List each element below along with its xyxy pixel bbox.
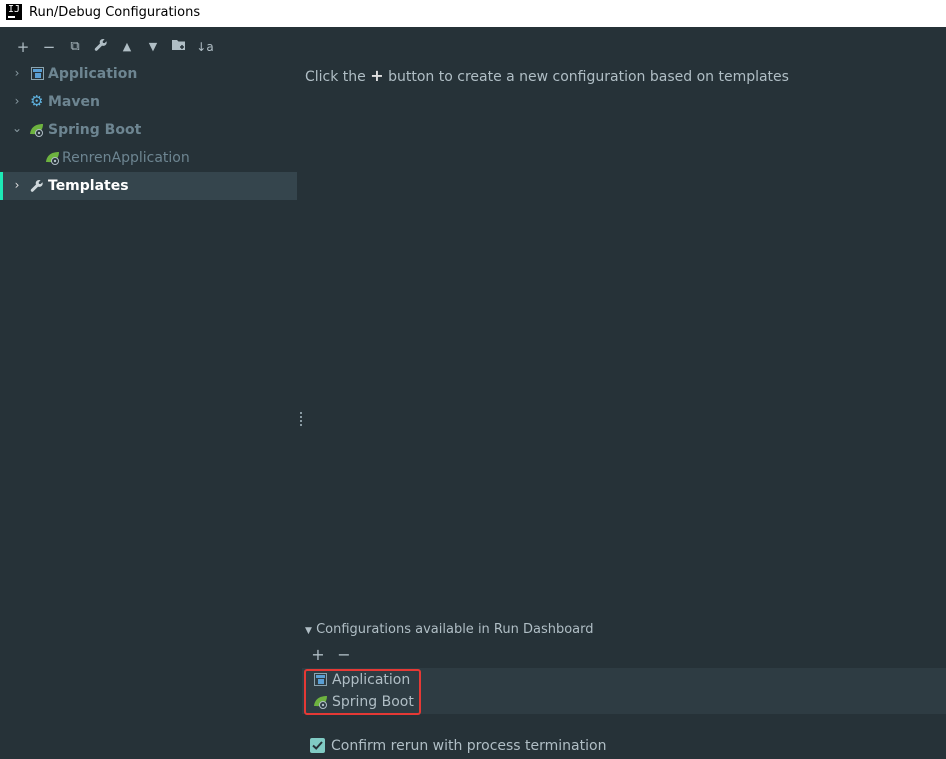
remove-configuration-button[interactable]: −: [40, 38, 58, 56]
confirm-rerun-checkbox[interactable]: [310, 738, 325, 753]
maven-gear-icon: ⚙: [30, 92, 44, 110]
remove-dashboard-type-button[interactable]: −: [336, 647, 352, 663]
move-down-button[interactable]: ▼: [144, 38, 162, 56]
tree-item-templates[interactable]: › Templates: [0, 172, 297, 200]
tree-item-label: Spring Boot: [48, 122, 142, 138]
chevron-right-icon[interactable]: ›: [10, 93, 24, 109]
tree-item-label: Maven: [48, 94, 100, 110]
wrench-icon: [94, 38, 108, 55]
chevron-down-icon[interactable]: ⌄: [10, 120, 24, 136]
annotation-highlight-box: [304, 669, 421, 715]
chevron-right-icon[interactable]: ›: [10, 65, 24, 81]
window-title: Run/Debug Configurations: [29, 5, 201, 20]
application-icon: [31, 67, 44, 80]
create-configuration-hint: Click the + button to create a new confi…: [305, 66, 789, 85]
section-title-label: Configurations available in Run Dashboar…: [316, 622, 594, 637]
move-into-folder-button[interactable]: [170, 38, 188, 56]
add-dashboard-type-button[interactable]: +: [310, 647, 326, 663]
configurations-tree-panel: + − ⧉ ▲ ▼ ↓a › Application › ⚙ Maven ⌄ S…: [0, 27, 298, 759]
tree-item-label: Application: [48, 66, 138, 82]
run-dashboard-section-header[interactable]: ▼ Configurations available in Run Dashbo…: [305, 622, 594, 637]
add-configuration-button[interactable]: +: [14, 38, 32, 56]
tree-item-spring-boot[interactable]: ⌄ Spring Boot: [0, 116, 297, 144]
configuration-detail-panel: Click the + button to create a new confi…: [302, 27, 946, 759]
confirm-rerun-label[interactable]: Confirm rerun with process termination: [331, 738, 606, 754]
chevron-right-icon[interactable]: ›: [10, 177, 24, 193]
spring-boot-icon: [45, 151, 61, 165]
edit-templates-button[interactable]: [92, 38, 110, 56]
tree-item-application[interactable]: › Application: [0, 60, 297, 88]
triangle-down-icon: ▼: [305, 626, 312, 636]
sort-configurations-button[interactable]: ↓a: [196, 38, 214, 56]
tree-item-label: RenrenApplication: [62, 150, 190, 166]
tree-item-maven[interactable]: › ⚙ Maven: [0, 88, 297, 116]
spring-boot-icon: [29, 123, 45, 137]
wrench-icon: [30, 179, 44, 196]
tree-item-label: Templates: [48, 178, 129, 194]
copy-configuration-button[interactable]: ⧉: [66, 38, 84, 56]
intellij-app-icon: IJ: [6, 4, 22, 20]
plus-icon: +: [370, 66, 384, 85]
checkmark-icon: [312, 741, 323, 750]
move-up-button[interactable]: ▲: [118, 38, 136, 56]
tree-item-renren-application[interactable]: RenrenApplication: [0, 144, 297, 172]
window-titlebar: IJ Run/Debug Configurations: [0, 0, 946, 27]
folder-plus-icon: [171, 38, 187, 56]
